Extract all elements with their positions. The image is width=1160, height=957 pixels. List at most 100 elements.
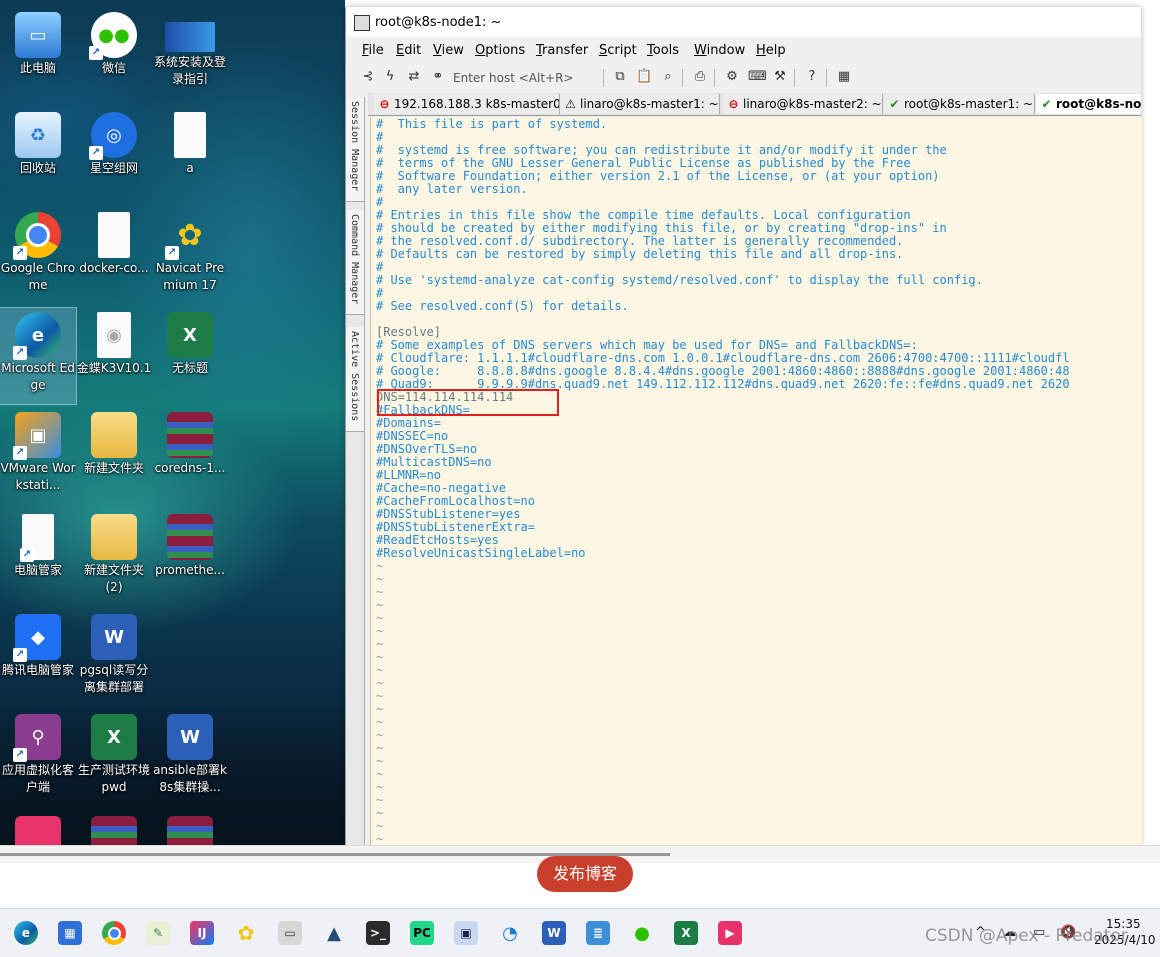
store-icon[interactable]: ▦ bbox=[58, 921, 82, 945]
wechat-icon[interactable]: ● bbox=[630, 921, 654, 945]
desktop-icon-tencent-manager[interactable]: ◆ ↗ 腾讯电脑管家 bbox=[0, 610, 76, 706]
active-sessions-tab[interactable]: Active Sessions bbox=[346, 327, 364, 432]
chrome-icon[interactable] bbox=[102, 921, 126, 945]
desktop-icon-new-folder[interactable]: 新建文件夹 bbox=[76, 408, 152, 504]
desktop-icon-label: 新建文件夹 (2) bbox=[83, 563, 144, 594]
menu-help[interactable]: Help bbox=[756, 43, 786, 58]
edge-browser-search-icon[interactable]: ◔ bbox=[498, 921, 522, 945]
csdn-watermark: CSDN @Apex - Predator bbox=[925, 926, 1128, 946]
session-tab-linaro-master2[interactable]: ⊖ linaro@k8s-master2: ~ bbox=[723, 94, 883, 114]
terminal-output[interactable]: # This file is part of systemd. # # syst… bbox=[370, 117, 1142, 845]
clip-app-icon[interactable]: ▶ bbox=[718, 921, 742, 945]
desktop-icon-prod-test-pwd[interactable]: X 生产测试环境pwd bbox=[76, 710, 152, 806]
desktop-icon-pgsql-doc[interactable]: W pgsql读写分离集群部署 bbox=[76, 610, 152, 706]
desktop-icon-docker-compose[interactable]: docker-co... bbox=[76, 208, 152, 304]
desktop-icon-this-pc[interactable]: ▭ 此电脑 bbox=[0, 8, 76, 104]
securecrt-icon[interactable]: ▣ bbox=[454, 921, 478, 945]
desktop-icon-recycle-bin[interactable]: ♻ 回收站 bbox=[0, 108, 76, 204]
menu-script[interactable]: Script bbox=[599, 43, 637, 58]
navicat-icon[interactable]: ✿ bbox=[234, 921, 258, 945]
app-virtualization-icon: ⚲ ↗ bbox=[13, 714, 61, 762]
desktop-icon-label: Google Chrome bbox=[0, 261, 76, 292]
help-icon[interactable]: ? bbox=[804, 69, 820, 85]
connect-icon[interactable]: ⊰ bbox=[360, 69, 376, 85]
desktop-icon-ansible-doc[interactable]: W ansible部署k8s集群操... bbox=[152, 710, 228, 806]
word-icon[interactable]: W bbox=[542, 921, 566, 945]
desktop-icon-partial[interactable] bbox=[152, 812, 228, 845]
desktop-icon-install-guide[interactable]: 系统安装及登录指引 bbox=[152, 8, 228, 104]
menu-view[interactable]: View bbox=[433, 43, 464, 58]
session-tab-root-node1[interactable]: ✔ root@k8s-no bbox=[1036, 94, 1141, 114]
desktop-icon-edge[interactable]: e ↗ Microsoft Edge bbox=[0, 307, 77, 405]
find-icon[interactable]: ⌕ bbox=[660, 69, 676, 85]
blank-file-icon bbox=[174, 112, 206, 158]
notepad-icon[interactable]: ≣ bbox=[586, 921, 610, 945]
session-tab-root-master1[interactable]: ✔ root@k8s-master1: ~ bbox=[884, 94, 1035, 114]
disconnect-icon[interactable]: ⚭ bbox=[430, 69, 446, 85]
desktop-icon-prometheus-archive[interactable]: promethe... bbox=[152, 510, 228, 606]
menu-window[interactable]: Window bbox=[694, 43, 745, 58]
enter-host-input[interactable]: Enter host <Alt+R> bbox=[453, 68, 598, 88]
remote-desktop-icon[interactable]: ▭ bbox=[278, 921, 302, 945]
publish-blog-button[interactable]: 发布博客 bbox=[537, 856, 633, 892]
desktop-icon-kingdee[interactable]: ◉ 金蝶K3V10.1 bbox=[76, 308, 152, 404]
desktop-icon-label: 应用虚拟化客户端 bbox=[1, 763, 74, 794]
desktop-icon-coredns-archive[interactable]: coredns-1... bbox=[152, 408, 228, 504]
desktop-icon-vmware[interactable]: ▣ ↗ VMware Workstati... bbox=[0, 408, 76, 504]
desktop-icon-wechat[interactable]: ●● ↗ 微信 bbox=[76, 8, 152, 104]
terminal-icon[interactable]: >_ bbox=[366, 921, 390, 945]
menu-tools[interactable]: Tools bbox=[647, 43, 679, 58]
computer-icon: ▭ bbox=[15, 12, 61, 58]
desktop-icon-navicat[interactable]: ✿ ↗ Navicat Premium 17 bbox=[152, 208, 228, 304]
menu-edit[interactable]: Edit bbox=[396, 43, 421, 58]
desktop-icon-app-virtualization[interactable]: ⚲ ↗ 应用虚拟化客户端 bbox=[0, 710, 76, 806]
sftp-icon[interactable]: ⚒ bbox=[772, 69, 788, 85]
quick-connect-icon[interactable]: ϟ bbox=[382, 69, 398, 85]
desktop-icon-pc-manager[interactable]: ↗ 电脑管家 bbox=[0, 510, 76, 606]
desktop-icon-label: 此电脑 bbox=[19, 61, 56, 75]
session-tab-label: linaro@k8s-master2: ~ bbox=[743, 97, 882, 111]
menu-file[interactable]: File bbox=[362, 43, 384, 58]
warning-icon: ⚠ bbox=[565, 97, 576, 111]
menu-transfer[interactable]: Transfer bbox=[536, 43, 588, 58]
desktop: ▭ 此电脑 ●● ↗ 微信 系统安装及登录指引 ♻ 回收站 ◎ ↗ 星空组网 a ↗… bbox=[0, 0, 345, 845]
dbeaver-icon[interactable]: ▲ bbox=[322, 921, 346, 945]
session-tab-linaro-master1[interactable]: ⚠ linaro@k8s-master1: ~ bbox=[560, 94, 720, 114]
paste-icon[interactable]: 📋 bbox=[636, 69, 652, 85]
session-tab-master03[interactable]: ⊖ 192.168.188.3 k8s-master03 bbox=[374, 94, 560, 114]
copy-icon[interactable]: ⧉ bbox=[612, 69, 628, 85]
desktop-icon-xingkong[interactable]: ◎ ↗ 星空组网 bbox=[76, 108, 152, 204]
session-manager-tab[interactable]: Session Manager bbox=[346, 97, 364, 202]
desktop-icon-file-a[interactable]: a bbox=[152, 108, 228, 204]
wechat-icon: ●● ↗ bbox=[89, 12, 137, 60]
folder-icon bbox=[91, 412, 137, 458]
keymap-icon[interactable]: ⌨ bbox=[748, 69, 767, 85]
session-tab-label: root@k8s-no bbox=[1056, 97, 1141, 111]
window-titlebar[interactable]: root@k8s-node1: ~ bbox=[346, 7, 1141, 37]
document-thumbnail-icon bbox=[165, 22, 215, 52]
desktop-icon-untitled-xlsx[interactable]: X 无标题 bbox=[152, 308, 228, 404]
desktop-icon-partial[interactable] bbox=[76, 812, 152, 845]
menu-options[interactable]: Options bbox=[475, 43, 525, 58]
excel-icon[interactable]: X bbox=[674, 921, 698, 945]
edge-icon[interactable]: e bbox=[14, 921, 38, 945]
desktop-icon-chrome[interactable]: ↗ Google Chrome bbox=[0, 208, 76, 304]
command-manager-tab[interactable]: Command Manager bbox=[346, 210, 364, 315]
script-icon[interactable]: ▦ bbox=[836, 69, 852, 85]
error-icon: ⊖ bbox=[728, 97, 739, 111]
reconnect-icon[interactable]: ⇄ bbox=[406, 69, 422, 85]
media-app-icon bbox=[15, 816, 61, 845]
desktop-icon-label: ansible部署k8s集群操... bbox=[153, 763, 227, 794]
toolbar-separator bbox=[826, 69, 827, 87]
desktop-icon-label: a bbox=[186, 161, 194, 175]
intellij-icon[interactable]: IJ bbox=[190, 921, 214, 945]
print-icon[interactable]: ⎙ bbox=[692, 69, 708, 85]
terminal-line: #ResolveUnicastSingleLabel=no bbox=[376, 546, 586, 560]
tasks-icon[interactable]: ✎ bbox=[146, 921, 170, 945]
desktop-icon-partial[interactable] bbox=[0, 812, 76, 845]
desktop-icon-new-folder-2[interactable]: 新建文件夹 (2) bbox=[76, 510, 152, 606]
settings-icon[interactable]: ⚙ bbox=[724, 69, 740, 85]
desktop-icon-label: 回收站 bbox=[19, 161, 56, 175]
desktop-icon-label: pgsql读写分离集群部署 bbox=[79, 663, 149, 694]
pycharm-icon[interactable]: PC bbox=[410, 921, 434, 945]
